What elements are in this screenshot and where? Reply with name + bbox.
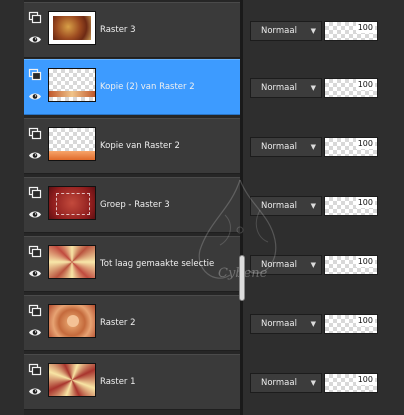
layer-thumbnail: [48, 68, 96, 102]
blend-mode-dropdown[interactable]: Normaal ▼: [250, 373, 322, 393]
chevron-down-icon: ▼: [310, 379, 316, 387]
opacity-value: 100: [355, 22, 375, 33]
layer-thumbnail: [48, 245, 96, 279]
visibility-eye-icon[interactable]: [28, 90, 42, 103]
layer-name: Raster 2: [100, 318, 136, 328]
layer-type-icon: [28, 186, 42, 199]
blend-mode-dropdown[interactable]: Normaal ▼: [250, 21, 322, 41]
visibility-eye-icon[interactable]: [28, 267, 42, 280]
layer-thumbnail: [48, 363, 96, 397]
opacity-field[interactable]: 100: [324, 137, 378, 157]
layer-type-icon: [28, 127, 42, 140]
layer-thumbnail: [48, 11, 96, 45]
layer-type-icon: [28, 304, 42, 317]
opacity-field[interactable]: 100: [324, 314, 378, 334]
blend-mode-dropdown[interactable]: Normaal ▼: [250, 314, 322, 334]
layer-type-icon: [28, 363, 42, 376]
layer-thumbnail: [48, 186, 96, 220]
visibility-eye-icon[interactable]: [28, 149, 42, 162]
opacity-field[interactable]: 100: [324, 78, 378, 98]
chevron-down-icon: ▼: [310, 320, 316, 328]
blend-mode-dropdown[interactable]: Normaal ▼: [250, 196, 322, 216]
visibility-eye-icon[interactable]: [28, 385, 42, 398]
scrollbar-thumb[interactable]: [239, 255, 245, 301]
layer-row[interactable]: Kopie (2) van Raster 2: [24, 59, 240, 115]
layer-thumbnail: [48, 127, 96, 161]
layer-row[interactable]: Tot laag gemaakte selectie: [24, 236, 240, 292]
blend-mode-label: Normaal: [261, 201, 297, 211]
layer-row[interactable]: Raster 1: [24, 354, 240, 410]
opacity-field[interactable]: 100: [324, 196, 378, 216]
opacity-value: 100: [355, 315, 375, 326]
opacity-field[interactable]: 100: [324, 21, 378, 41]
visibility-eye-icon[interactable]: [28, 33, 42, 46]
chevron-down-icon: ▼: [310, 84, 316, 92]
blend-mode-dropdown[interactable]: Normaal ▼: [250, 78, 322, 98]
opacity-value: 100: [355, 138, 375, 149]
layer-name: Raster 3: [100, 25, 136, 35]
blend-mode-label: Normaal: [261, 142, 297, 152]
opacity-field[interactable]: 100: [324, 255, 378, 275]
layer-type-icon: [28, 245, 42, 258]
layer-row[interactable]: Raster 2: [24, 295, 240, 351]
layer-type-icon: [28, 11, 42, 24]
opacity-value: 100: [355, 256, 375, 267]
visibility-eye-icon[interactable]: [28, 208, 42, 221]
opacity-field[interactable]: 100: [324, 373, 378, 393]
layer-type-icon: [28, 68, 42, 81]
blend-mode-label: Normaal: [261, 378, 297, 388]
panel-gutter: [0, 0, 24, 415]
layer-row[interactable]: Groep - Raster 3: [24, 177, 240, 233]
layer-name: Raster 1: [100, 377, 136, 387]
opacity-value: 100: [355, 79, 375, 90]
layer-thumbnail: [48, 304, 96, 338]
layer-name: Tot laag gemaakte selectie: [100, 259, 215, 269]
layer-name: Kopie (2) van Raster 2: [100, 82, 195, 92]
layer-name: Kopie van Raster 2: [100, 141, 180, 151]
chevron-down-icon: ▼: [310, 261, 316, 269]
blend-mode-label: Normaal: [261, 83, 297, 93]
layer-row[interactable]: Raster 3: [24, 2, 240, 58]
column-divider: [240, 0, 243, 415]
chevron-down-icon: ▼: [310, 202, 316, 210]
chevron-down-icon: ▼: [310, 27, 316, 35]
blend-mode-label: Normaal: [261, 26, 297, 36]
opacity-value: 100: [355, 197, 375, 208]
layer-name: Groep - Raster 3: [100, 200, 170, 210]
blend-mode-dropdown[interactable]: Normaal ▼: [250, 137, 322, 157]
layer-row[interactable]: Kopie van Raster 2: [24, 118, 240, 174]
opacity-value: 100: [355, 374, 375, 385]
layers-panel: Raster 3 Normaal ▼ 100 Kopie (2) van Raster …: [0, 0, 404, 415]
chevron-down-icon: ▼: [310, 143, 316, 151]
visibility-eye-icon[interactable]: [28, 326, 42, 339]
blend-mode-label: Normaal: [261, 319, 297, 329]
